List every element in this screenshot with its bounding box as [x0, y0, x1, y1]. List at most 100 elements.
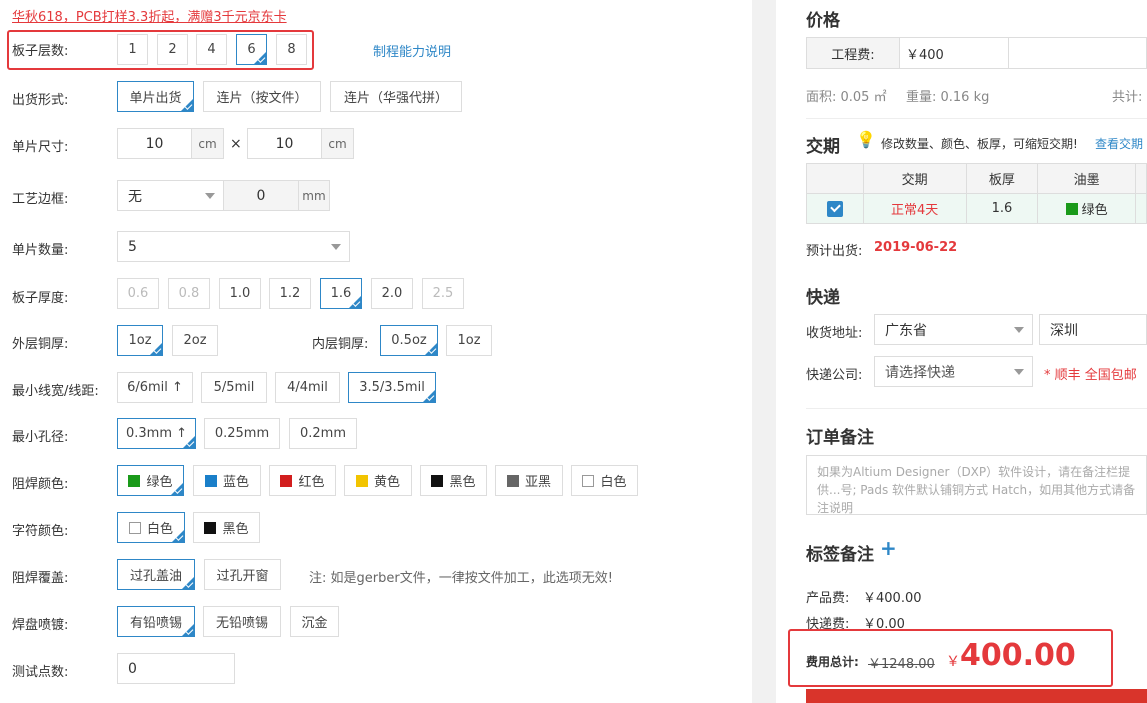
green-swatch	[1065, 203, 1078, 215]
eng-fee-value: ￥400	[900, 38, 1009, 68]
thickness-1.6[interactable]: 1.6	[320, 278, 362, 309]
delivery-hint: 修改数量、颜色、板厚，可缩短交期!	[881, 137, 1078, 151]
white-swatch	[582, 474, 595, 487]
total-label: 费用总计:	[806, 655, 859, 669]
delivery-select-cell[interactable]	[806, 193, 864, 224]
inner-copper-0.5oz[interactable]: 0.5oz	[380, 325, 438, 356]
black-swatch	[204, 521, 217, 534]
trace-6mil[interactable]: 6/6mil ↑	[117, 372, 193, 403]
layer-option-1[interactable]: 1	[117, 34, 148, 65]
total-prefix: 共计:	[1112, 90, 1143, 105]
hole-0.2mm[interactable]: 0.2mm	[289, 418, 357, 449]
column-divider	[752, 0, 776, 703]
delivery-header-thickness: 板厚	[965, 163, 1039, 194]
outer-copper-label: 外层铜厚:	[12, 337, 69, 352]
mask-black[interactable]: 黑色	[420, 465, 487, 496]
yellow-swatch	[355, 474, 368, 487]
mask-color-label: 阻焊颜色:	[12, 477, 69, 492]
quantity-select[interactable]: 5	[117, 231, 350, 262]
trace-3.5mil[interactable]: 3.5/3.5mil	[348, 372, 436, 403]
thickness-label: 板子厚度:	[12, 291, 69, 306]
mask-blue[interactable]: 蓝色	[193, 465, 261, 496]
checkbox-checked-icon[interactable]	[826, 200, 843, 217]
ship-single-option[interactable]: 单片出货	[117, 81, 194, 112]
outer-copper-2oz[interactable]: 2oz	[172, 325, 218, 356]
silk-black[interactable]: 黑色	[193, 512, 260, 543]
eng-fee-row: 工程费: ￥400	[806, 37, 1147, 69]
silk-white[interactable]: 白色	[117, 512, 185, 543]
delivery-header-ink: 油墨	[1037, 163, 1136, 194]
capability-link[interactable]: 制程能力说明	[373, 41, 451, 60]
border-value-input[interactable]: 0	[223, 180, 299, 211]
height-input[interactable]: 10	[247, 128, 322, 159]
delivery-thickness-cell: 1.6	[965, 193, 1039, 224]
promo-link[interactable]: 华秋618，PCB打样3.3折起，满赠3千元京东卡	[12, 6, 287, 25]
ship-panel-hq-option[interactable]: 连片（华强代拼）	[330, 81, 462, 112]
chevron-down-icon	[1014, 327, 1024, 333]
outer-copper-1oz[interactable]: 1oz	[117, 325, 163, 356]
delivery-table: 交期 板厚 油墨 正常4天 1.6 绿色	[806, 163, 1147, 224]
thickness-1.0[interactable]: 1.0	[219, 278, 261, 309]
white-swatch	[128, 521, 141, 534]
finish-enig[interactable]: 沉金	[290, 606, 339, 637]
bulb-icon: 💡	[856, 130, 876, 149]
times-sign: ×	[230, 136, 242, 152]
product-fee-label: 产品费:	[806, 591, 850, 606]
width-input[interactable]: 10	[117, 128, 192, 159]
finish-leaded-hasl[interactable]: 有铅喷锡	[117, 606, 195, 637]
express-company-select[interactable]: 请选择快递	[874, 356, 1033, 387]
delivery-header-empty	[806, 163, 864, 194]
mask-green[interactable]: 绿色	[117, 465, 184, 496]
thickness-1.2[interactable]: 1.2	[269, 278, 311, 309]
currency-sign: ￥	[946, 654, 960, 670]
mask-matte-black[interactable]: 亚黑	[495, 465, 563, 496]
thickness-2.0[interactable]: 2.0	[371, 278, 413, 309]
hole-0.25mm[interactable]: 0.25mm	[204, 418, 280, 449]
original-price: ￥1248.00	[868, 657, 935, 672]
mask-red[interactable]: 红色	[269, 465, 336, 496]
finish-lead-free-hasl[interactable]: 无铅喷锡	[203, 606, 281, 637]
submit-button[interactable]	[806, 689, 1147, 703]
add-label-note-button[interactable]: +	[880, 536, 897, 560]
province-select[interactable]: 广东省	[874, 314, 1033, 345]
mask-cover-note: 注: 如是gerber文件，一律按文件加工，此选项无效!	[309, 571, 613, 586]
price-title: 价格	[806, 11, 840, 31]
ship-panel-file-option[interactable]: 连片（按文件）	[203, 81, 321, 112]
height-unit: cm	[321, 128, 354, 159]
layer-option-2[interactable]: 2	[157, 34, 188, 65]
red-swatch	[280, 474, 293, 487]
layer-option-6[interactable]: 6	[236, 34, 267, 65]
inner-copper-1oz[interactable]: 1oz	[446, 325, 492, 356]
delivery-hint-link[interactable]: 查看交期	[1095, 135, 1143, 152]
thickness-0.6: 0.6	[117, 278, 159, 309]
black-swatch	[431, 474, 444, 487]
trace-4mil[interactable]: 4/4mil	[275, 372, 340, 403]
shipping-form-label: 出货形式:	[12, 93, 69, 108]
order-note-textarea[interactable]: 如果为Altium Designer（DXP）软件设计，请在备注栏提供...号;…	[806, 455, 1147, 515]
layer-option-4[interactable]: 4	[196, 34, 227, 65]
border-select[interactable]: 无	[117, 180, 224, 211]
delivery-ink-cell: 绿色	[1037, 193, 1136, 224]
finish-label: 焊盘喷镀:	[12, 618, 69, 633]
delivery-title: 交期	[806, 137, 840, 157]
via-tented-option[interactable]: 过孔盖油	[117, 559, 195, 590]
hole-0.3mm[interactable]: 0.3mm ↑	[117, 418, 196, 449]
test-points-input[interactable]: 0	[117, 653, 235, 684]
section-line	[806, 118, 1147, 119]
thickness-0.8: 0.8	[168, 278, 210, 309]
total-price: 400.00	[960, 638, 1076, 673]
mask-white[interactable]: 白色	[571, 465, 638, 496]
delivery-header-term: 交期	[862, 163, 967, 194]
mask-yellow[interactable]: 黄色	[344, 465, 412, 496]
matte-black-swatch	[506, 474, 519, 487]
inner-copper-label: 内层铜厚:	[312, 337, 369, 352]
via-open-option[interactable]: 过孔开窗	[204, 559, 281, 590]
express-title: 快递	[806, 288, 840, 308]
hole-label: 最小孔径:	[12, 430, 69, 445]
border-label: 工艺边框:	[12, 192, 69, 207]
trace-5mil[interactable]: 5/5mil	[201, 372, 267, 403]
layer-option-8[interactable]: 8	[276, 34, 307, 65]
chevron-down-icon	[1014, 369, 1024, 375]
city-select[interactable]: 深圳	[1039, 314, 1147, 345]
mask-cover-label: 阻焊覆盖:	[12, 571, 69, 586]
